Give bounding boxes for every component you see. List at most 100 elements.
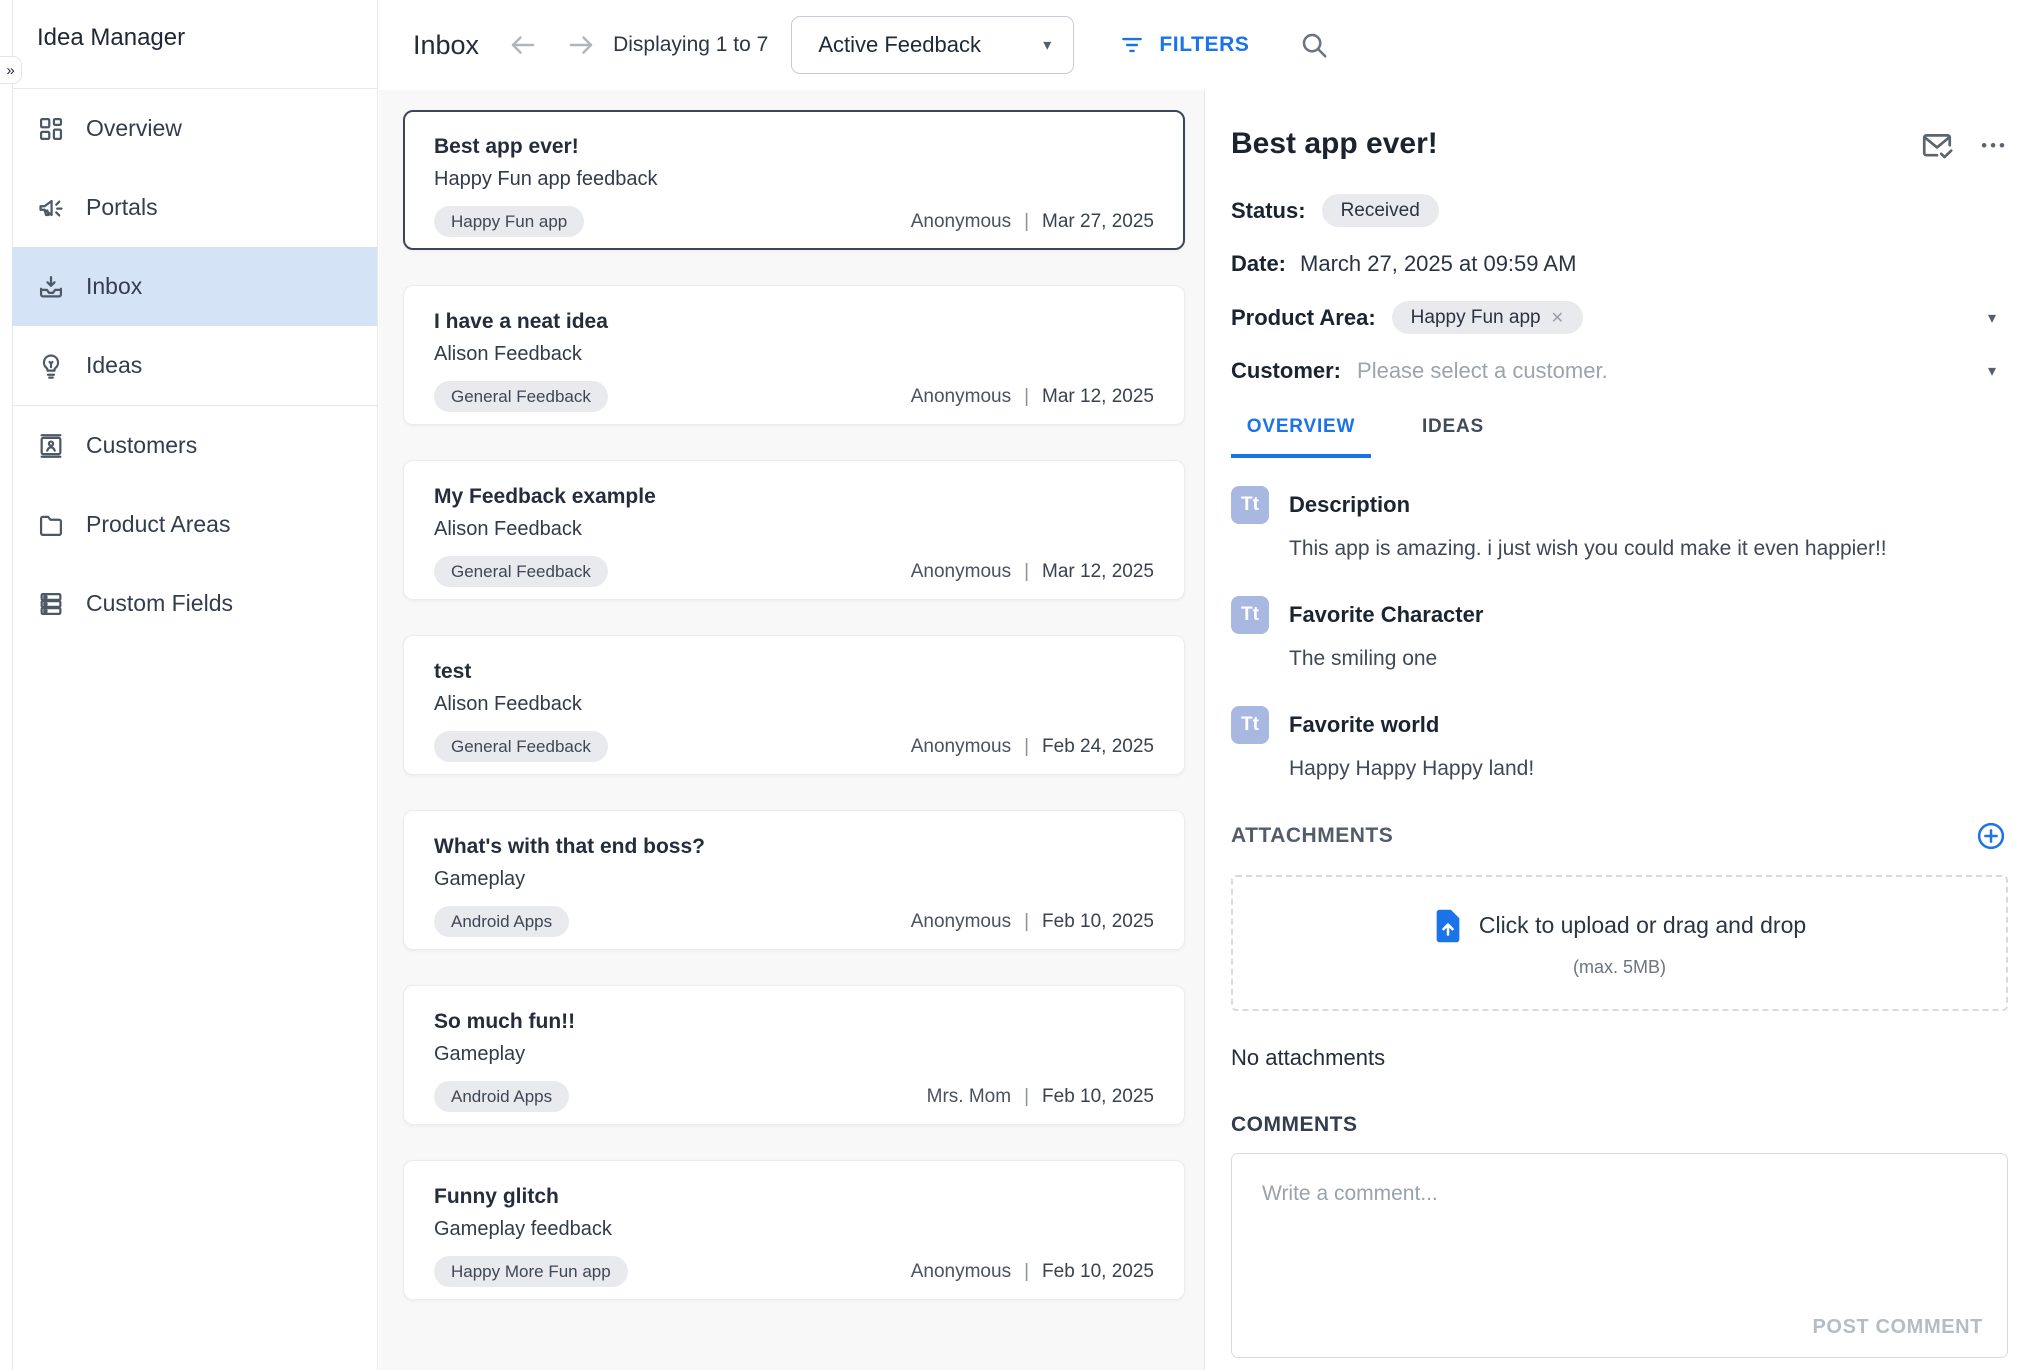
detail-title: Best app ever! bbox=[1231, 126, 1438, 162]
field-value: Happy Happy Happy land! bbox=[1289, 757, 2008, 781]
feedback-filter-select[interactable]: Active Feedback ▾ bbox=[791, 16, 1074, 74]
plus-circle-icon bbox=[1976, 821, 2006, 851]
prev-page-button[interactable] bbox=[507, 29, 539, 61]
status-label: Status: bbox=[1231, 198, 1306, 224]
feedback-card[interactable]: My Feedback example Alison Feedback Gene… bbox=[403, 460, 1185, 600]
comment-composer: POST COMMENT bbox=[1231, 1153, 2008, 1358]
feedback-title: Funny glitch bbox=[434, 1183, 1154, 1211]
feedback-date: Mar 27, 2025 bbox=[1042, 211, 1154, 233]
feedback-title: test bbox=[434, 658, 1154, 686]
feedback-author: Anonymous bbox=[911, 911, 1011, 933]
text-field-icon: Tt bbox=[1231, 486, 1269, 524]
arrow-right-icon bbox=[566, 30, 596, 60]
next-page-button[interactable] bbox=[565, 29, 597, 61]
sidebar-item-label: Product Areas bbox=[86, 511, 230, 538]
mark-read-button[interactable] bbox=[1917, 126, 1957, 166]
feedback-author: Anonymous bbox=[911, 736, 1011, 758]
date-label: Date: bbox=[1231, 251, 1286, 277]
mail-check-icon bbox=[1920, 129, 1954, 163]
post-comment-button[interactable]: POST COMMENT bbox=[1812, 1316, 1983, 1339]
feedback-title: What's with that end boss? bbox=[434, 833, 1154, 861]
sidebar-item-customers[interactable]: Customers bbox=[12, 406, 377, 485]
product-area-label: Product Area: bbox=[1231, 305, 1376, 331]
list-header: Inbox Displaying 1 to 7 Active Feedback … bbox=[379, 0, 2028, 90]
feedback-author: Anonymous bbox=[911, 386, 1011, 408]
feedback-meta: Anonymous | Mar 12, 2025 bbox=[911, 386, 1154, 408]
sidebar: » Idea Manager Overview Portals bbox=[0, 0, 378, 1370]
tab-overview[interactable]: OVERVIEW bbox=[1231, 404, 1371, 458]
feedback-card[interactable]: I have a neat idea Alison Feedback Gener… bbox=[403, 285, 1185, 425]
product-area-chip: General Feedback bbox=[434, 731, 608, 762]
upload-dropzone[interactable]: Click to upload or drag and drop (max. 5… bbox=[1231, 875, 2008, 1011]
feedback-title: My Feedback example bbox=[434, 483, 1154, 511]
search-icon bbox=[1299, 30, 1329, 60]
chevron-down-icon[interactable]: ▾ bbox=[1988, 361, 1996, 381]
chevron-double-right-icon: » bbox=[6, 62, 14, 79]
product-area-row[interactable]: Product Area: Happy Fun app ✕ ▾ bbox=[1231, 301, 2008, 334]
chevron-down-icon[interactable]: ▾ bbox=[1988, 308, 1996, 328]
rows-icon bbox=[37, 590, 65, 618]
feedback-subtitle: Happy Fun app feedback bbox=[434, 166, 1154, 193]
sidebar-item-label: Overview bbox=[86, 115, 182, 142]
contact-card-icon bbox=[37, 432, 65, 460]
feedback-subtitle: Alison Feedback bbox=[434, 341, 1154, 368]
filters-button[interactable]: FILTERS bbox=[1119, 32, 1249, 58]
product-area-value: Happy Fun app bbox=[1411, 307, 1541, 329]
comment-input[interactable] bbox=[1232, 1154, 2007, 1294]
field-label: Favorite world bbox=[1289, 712, 1439, 738]
customer-row[interactable]: Customer: Please select a customer. ▾ bbox=[1231, 358, 2008, 384]
field-description: Tt Description This app is amazing. i ju… bbox=[1231, 486, 2008, 561]
sidebar-item-inbox[interactable]: Inbox bbox=[12, 247, 377, 326]
feedback-meta: Anonymous | Mar 27, 2025 bbox=[911, 211, 1154, 233]
more-options-button[interactable]: ••• bbox=[1981, 136, 2008, 156]
date-row: Date: March 27, 2025 at 09:59 AM bbox=[1231, 251, 2008, 277]
filters-label: FILTERS bbox=[1159, 33, 1249, 57]
feedback-card[interactable]: What's with that end boss? Gameplay Andr… bbox=[403, 810, 1185, 950]
meta-separator: | bbox=[1024, 911, 1029, 933]
sidebar-item-label: Customers bbox=[86, 432, 197, 459]
feedback-card[interactable]: test Alison Feedback General Feedback An… bbox=[403, 635, 1185, 775]
feedback-card[interactable]: So much fun!! Gameplay Android Apps Mrs.… bbox=[403, 985, 1185, 1125]
custom-fields-list: Tt Description This app is amazing. i ju… bbox=[1231, 486, 2008, 781]
add-attachment-button[interactable] bbox=[1974, 819, 2008, 853]
meta-separator: | bbox=[1024, 561, 1029, 583]
sidebar-item-ideas[interactable]: Ideas bbox=[12, 326, 377, 405]
status-row: Status: Received bbox=[1231, 194, 2008, 227]
sidebar-item-product-areas[interactable]: Product Areas bbox=[12, 485, 377, 564]
lightbulb-icon bbox=[37, 352, 65, 380]
field-value: This app is amazing. i just wish you cou… bbox=[1289, 537, 2008, 561]
comments-header-row: COMMENTS bbox=[1231, 1113, 2008, 1137]
product-area-chip: Happy Fun app bbox=[434, 206, 584, 237]
sidebar-collapse-button[interactable]: » bbox=[0, 56, 22, 84]
sidebar-item-custom-fields[interactable]: Custom Fields bbox=[12, 564, 377, 643]
meta-separator: | bbox=[1024, 386, 1029, 408]
tab-ideas[interactable]: IDEAS bbox=[1403, 404, 1503, 458]
feedback-meta: Mrs. Mom | Feb 10, 2025 bbox=[927, 1086, 1154, 1108]
sidebar-item-portals[interactable]: Portals bbox=[12, 168, 377, 247]
sidebar-item-overview[interactable]: Overview bbox=[12, 89, 377, 168]
feedback-title: So much fun!! bbox=[434, 1008, 1154, 1036]
displaying-range: Displaying 1 to 7 bbox=[613, 33, 768, 57]
text-field-icon: Tt bbox=[1231, 596, 1269, 634]
feedback-card[interactable]: Best app ever! Happy Fun app feedback Ha… bbox=[403, 110, 1185, 250]
feedback-subtitle: Gameplay bbox=[434, 1041, 1154, 1068]
feedback-date: Feb 24, 2025 bbox=[1042, 736, 1154, 758]
feedback-card[interactable]: Funny glitch Gameplay feedback Happy Mor… bbox=[403, 1160, 1185, 1300]
product-area-chip: Happy Fun app ✕ bbox=[1392, 301, 1583, 334]
product-area-chip: Android Apps bbox=[434, 906, 569, 937]
product-area-chip: Android Apps bbox=[434, 1081, 569, 1112]
feedback-subtitle: Gameplay feedback bbox=[434, 1216, 1154, 1243]
inbox-icon bbox=[37, 273, 65, 301]
text-field-icon: Tt bbox=[1231, 706, 1269, 744]
remove-chip-icon[interactable]: ✕ bbox=[1551, 308, 1564, 328]
feedback-meta: Anonymous | Feb 10, 2025 bbox=[911, 911, 1154, 933]
field-favorite-character: Tt Favorite Character The smiling one bbox=[1231, 596, 2008, 671]
feedback-meta: Anonymous | Feb 10, 2025 bbox=[911, 1261, 1154, 1283]
megaphone-icon bbox=[37, 194, 65, 222]
search-button[interactable] bbox=[1297, 28, 1331, 62]
feedback-date: Mar 12, 2025 bbox=[1042, 386, 1154, 408]
no-attachments-text: No attachments bbox=[1231, 1045, 2008, 1071]
feedback-title: I have a neat idea bbox=[434, 308, 1154, 336]
feedback-filter-value: Active Feedback bbox=[818, 32, 1043, 58]
sidebar-nav: Overview Portals Inbox bbox=[12, 89, 377, 643]
